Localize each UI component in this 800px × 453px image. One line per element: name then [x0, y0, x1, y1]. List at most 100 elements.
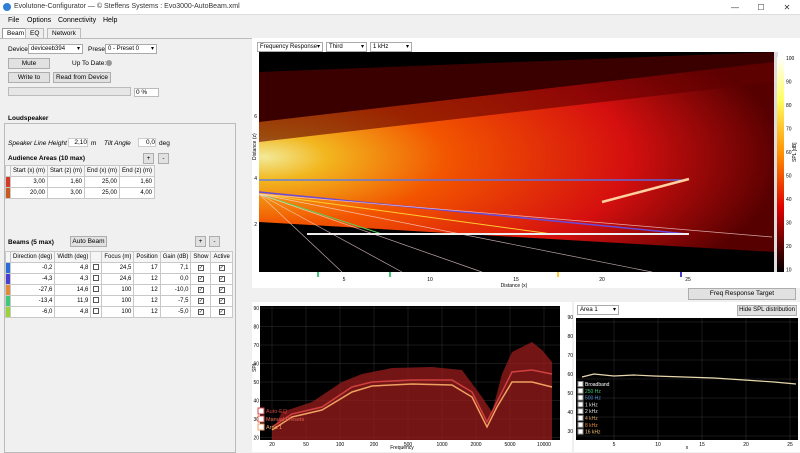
- legend-checkbox[interactable]: [577, 415, 584, 421]
- read-from-device-button[interactable]: Read from Device: [53, 72, 111, 83]
- table-cell[interactable]: 4,8: [54, 262, 92, 274]
- table-cell[interactable]: 1,60: [47, 176, 85, 188]
- table-cell[interactable]: 20,00: [10, 187, 48, 199]
- beam-show-checkbox[interactable]: ✓: [190, 284, 212, 296]
- menu-connectivity[interactable]: Connectivity: [58, 17, 96, 24]
- table-row[interactable]: 20,00 3,00 25,00 4,00: [5, 187, 155, 199]
- beam-active-checkbox[interactable]: ✓: [210, 306, 233, 318]
- legend-checkbox[interactable]: [577, 387, 584, 394]
- line-height-input[interactable]: 2,10: [68, 138, 88, 147]
- table-cell[interactable]: 100: [101, 295, 135, 307]
- checkbox[interactable]: ✓: [218, 309, 225, 315]
- beam-active-checkbox[interactable]: ✓: [210, 273, 233, 285]
- table-cell[interactable]: -5,0: [159, 306, 192, 318]
- preset-select[interactable]: 0 - Preset 0: [105, 44, 157, 54]
- beam-active-checkbox[interactable]: ✓: [210, 284, 233, 296]
- checkbox[interactable]: ✓: [218, 265, 225, 271]
- hide-spl-distribution-button[interactable]: Hide SPL distribution: [737, 305, 797, 316]
- table-row[interactable]: -0,2 4,8 24,5 17 7,1 ✓ ✓: [5, 262, 233, 274]
- beam-lock-checkbox[interactable]: [90, 273, 103, 285]
- beam-lock-checkbox[interactable]: [90, 295, 103, 307]
- add-area-button[interactable]: +: [143, 153, 154, 164]
- table-cell[interactable]: -10,0: [159, 284, 192, 296]
- minimize-button[interactable]: —: [722, 0, 748, 15]
- device-select[interactable]: deviceeb394: [28, 44, 83, 54]
- table-cell[interactable]: 7,1: [159, 262, 192, 274]
- table-cell[interactable]: 24,6: [101, 273, 135, 285]
- table-row[interactable]: 3,00 1,60 25,00 1,60: [5, 176, 155, 188]
- table-cell[interactable]: 3,00: [47, 187, 85, 199]
- table-cell[interactable]: 12: [133, 295, 161, 307]
- table-row[interactable]: -13,4 11,9 100 12 -7,5 ✓ ✓: [5, 295, 233, 307]
- tab-eq[interactable]: EQ: [25, 28, 45, 38]
- area-select[interactable]: Area 1: [577, 305, 619, 315]
- table-cell[interactable]: 4,8: [54, 306, 92, 318]
- table-cell[interactable]: 25,00: [84, 176, 120, 188]
- menu-options[interactable]: Options: [27, 17, 51, 24]
- add-beam-button[interactable]: +: [195, 236, 206, 247]
- table-cell[interactable]: 100: [101, 284, 135, 296]
- band-select[interactable]: Third: [326, 42, 367, 52]
- checkbox[interactable]: ✓: [197, 287, 204, 293]
- table-cell[interactable]: 24,5: [101, 262, 135, 274]
- table-cell[interactable]: 100: [101, 306, 135, 318]
- table-cell[interactable]: -7,5: [159, 295, 192, 307]
- write-to-device-button[interactable]: Write to: [8, 72, 50, 83]
- table-cell[interactable]: 14,6: [54, 284, 92, 296]
- checkbox[interactable]: [93, 275, 100, 281]
- remove-area-button[interactable]: -: [158, 153, 169, 164]
- legend-checkbox[interactable]: [577, 401, 584, 408]
- table-cell[interactable]: 1,60: [119, 176, 155, 188]
- table-cell[interactable]: -13,4: [9, 295, 56, 307]
- legend-checkbox[interactable]: [257, 423, 265, 431]
- table-row[interactable]: -4,3 4,3 24,6 12 0,0 ✓ ✓: [5, 273, 233, 285]
- beam-lock-checkbox[interactable]: [90, 306, 103, 318]
- table-cell[interactable]: 3,00: [10, 176, 48, 188]
- checkbox[interactable]: [93, 297, 100, 303]
- table-row[interactable]: -6,0 4,8 100 12 -5,0 ✓ ✓: [5, 306, 233, 318]
- checkbox[interactable]: [93, 286, 100, 292]
- beam-lock-checkbox[interactable]: [90, 262, 103, 274]
- remove-beam-button[interactable]: -: [209, 236, 220, 247]
- response-mode-select[interactable]: Frequency Response: [257, 42, 323, 52]
- beam-show-checkbox[interactable]: ✓: [190, 273, 212, 285]
- table-cell[interactable]: -27,6: [9, 284, 56, 296]
- table-cell[interactable]: 12: [133, 306, 161, 318]
- legend-checkbox[interactable]: [257, 407, 265, 415]
- beam-lock-checkbox[interactable]: [90, 284, 103, 296]
- checkbox[interactable]: ✓: [218, 276, 225, 282]
- table-cell[interactable]: 4,00: [119, 187, 155, 199]
- checkbox[interactable]: [93, 264, 100, 270]
- beam-show-checkbox[interactable]: ✓: [190, 262, 212, 274]
- checkbox[interactable]: ✓: [197, 309, 204, 315]
- checkbox[interactable]: ✓: [197, 265, 204, 271]
- legend-checkbox[interactable]: [577, 421, 584, 428]
- tilt-angle-input[interactable]: 0,0: [138, 138, 156, 147]
- legend-checkbox[interactable]: [257, 415, 265, 423]
- table-cell[interactable]: -4,3: [9, 273, 56, 285]
- table-cell[interactable]: 4,3: [54, 273, 92, 285]
- freq-response-target-button[interactable]: Freq Response Target: [688, 288, 796, 300]
- beam-active-checkbox[interactable]: ✓: [210, 295, 233, 307]
- beam-show-checkbox[interactable]: ✓: [190, 295, 212, 307]
- beam-active-checkbox[interactable]: ✓: [210, 262, 233, 274]
- table-cell[interactable]: 0,0: [159, 273, 192, 285]
- menu-help[interactable]: Help: [103, 17, 117, 24]
- menu-file[interactable]: File: [8, 17, 19, 24]
- legend-checkbox[interactable]: [577, 381, 584, 387]
- mute-button[interactable]: Mute: [8, 58, 50, 69]
- table-cell[interactable]: -6,0: [9, 306, 56, 318]
- table-cell[interactable]: 12: [133, 284, 161, 296]
- table-cell[interactable]: 12: [133, 273, 161, 285]
- tab-network[interactable]: Network: [47, 28, 81, 38]
- checkbox[interactable]: [93, 308, 100, 314]
- auto-beam-button[interactable]: Auto Beam: [70, 236, 107, 247]
- frequency-select[interactable]: 1 kHz: [370, 42, 412, 52]
- beam-show-checkbox[interactable]: ✓: [190, 306, 212, 318]
- table-row[interactable]: -27,6 14,6 100 12 -10,0 ✓ ✓: [5, 284, 233, 296]
- checkbox[interactable]: ✓: [197, 276, 204, 282]
- legend-checkbox[interactable]: [577, 408, 584, 415]
- checkbox[interactable]: ✓: [218, 287, 225, 293]
- table-cell[interactable]: -0,2: [9, 262, 56, 274]
- legend-checkbox[interactable]: [577, 394, 584, 401]
